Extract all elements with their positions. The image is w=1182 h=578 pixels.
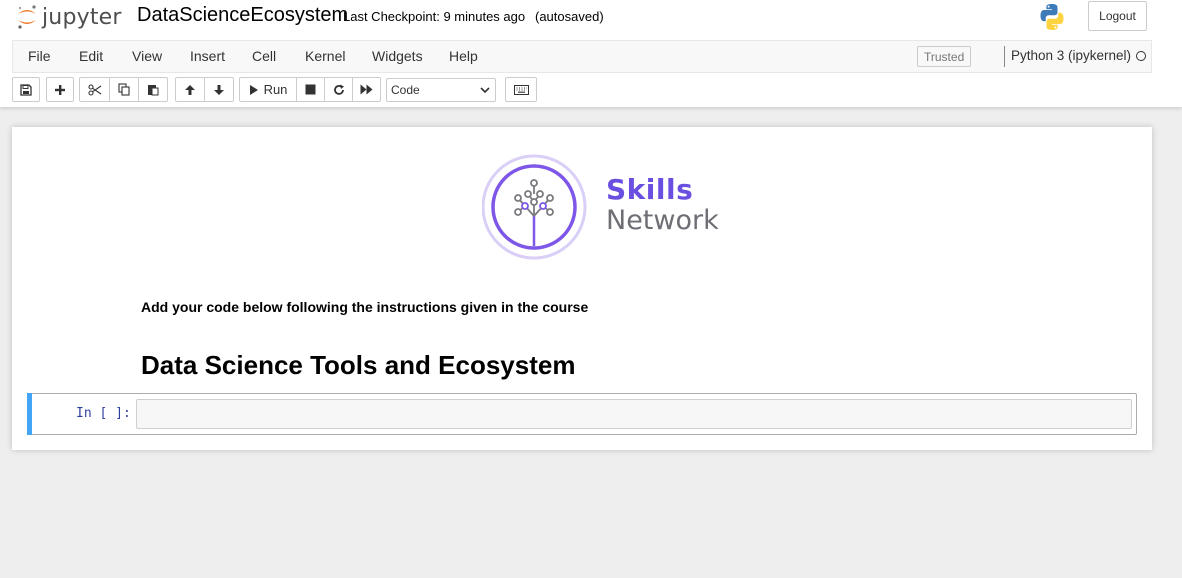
insert-cell-button[interactable] [46,77,74,102]
move-up-button[interactable] [175,77,205,102]
menu-file[interactable]: File [28,48,51,64]
cell-prompt: In [ ]: [76,406,131,421]
notebook-header: jupyter DataScienceEcosystem Last Checkp… [0,0,1182,107]
instruction-text: Add your code below following the instru… [141,299,589,315]
cell-type-value: Code [391,83,420,97]
copy-icon [118,83,130,96]
notebook-container: Skills Network Add your code below follo… [12,127,1152,450]
checkpoint-status: Last Checkpoint: 9 minutes ago [343,9,526,24]
move-down-button[interactable] [204,77,234,102]
python-logo-icon [1040,4,1064,30]
interrupt-button[interactable] [296,77,325,102]
jupyter-logo-text: jupyter [42,4,122,30]
code-input-area[interactable] [136,399,1132,429]
menu-cell[interactable]: Cell [252,48,276,64]
autosave-status: (autosaved) [535,9,604,24]
restart-run-all-button[interactable] [352,77,381,102]
header-top-bar: jupyter DataScienceEcosystem Last Checkp… [0,0,1182,40]
cell-selection-bar [27,393,32,435]
toolbar: Run Code [12,77,1152,103]
cell-type-select[interactable]: Code [386,78,496,102]
play-icon [249,84,258,95]
arrow-up-icon [185,84,195,95]
stop-icon [305,84,316,95]
menu-edit[interactable]: Edit [79,48,103,64]
run-group: Run [239,77,381,102]
palette-group [505,77,537,102]
chevron-down-icon [480,87,490,94]
notebook-name[interactable]: DataScienceEcosystem [137,4,348,27]
save-button[interactable] [12,77,40,102]
keyboard-icon [513,84,529,95]
jupyter-logo-icon [18,5,36,29]
restart-icon [333,84,344,95]
menu-insert[interactable]: Insert [190,48,225,64]
paste-button[interactable] [138,77,168,102]
save-icon [20,83,32,96]
menu-widgets[interactable]: Widgets [372,48,423,64]
jupyter-logo[interactable]: jupyter [16,3,126,31]
kernel-name[interactable]: Python 3 (ipykernel) [1011,48,1131,63]
fast-forward-icon [360,84,373,95]
skills-network-logo-icon [482,154,587,260]
command-palette-button[interactable] [505,77,537,102]
run-button[interactable]: Run [239,77,297,102]
kernel-idle-indicator-icon [1136,51,1146,61]
menubar: File Edit View Insert Cell Kernel Widget… [12,40,1152,73]
menu-help[interactable]: Help [449,48,478,64]
kernel-separator [1004,46,1005,67]
save-group [12,77,40,102]
notebook-heading: Data Science Tools and Ecosystem [141,350,576,380]
trusted-indicator[interactable]: Trusted [917,46,972,67]
insert-group [46,77,74,102]
code-cell[interactable]: In [ ]: [27,393,1137,435]
move-group [175,77,234,102]
arrow-down-icon [214,84,224,95]
plus-icon [55,84,65,95]
skills-network-logo-skills: Skills [606,173,694,206]
logout-button[interactable]: Logout [1088,1,1147,31]
edit-group [79,77,168,102]
menu-view[interactable]: View [132,48,162,64]
scissors-icon [87,83,101,96]
menu-kernel[interactable]: Kernel [305,48,345,64]
restart-button[interactable] [324,77,353,102]
paste-icon [148,85,159,96]
cut-button[interactable] [79,77,110,102]
run-label: Run [263,82,288,97]
copy-button[interactable] [109,77,139,102]
skills-network-logo-network: Network [606,205,719,236]
